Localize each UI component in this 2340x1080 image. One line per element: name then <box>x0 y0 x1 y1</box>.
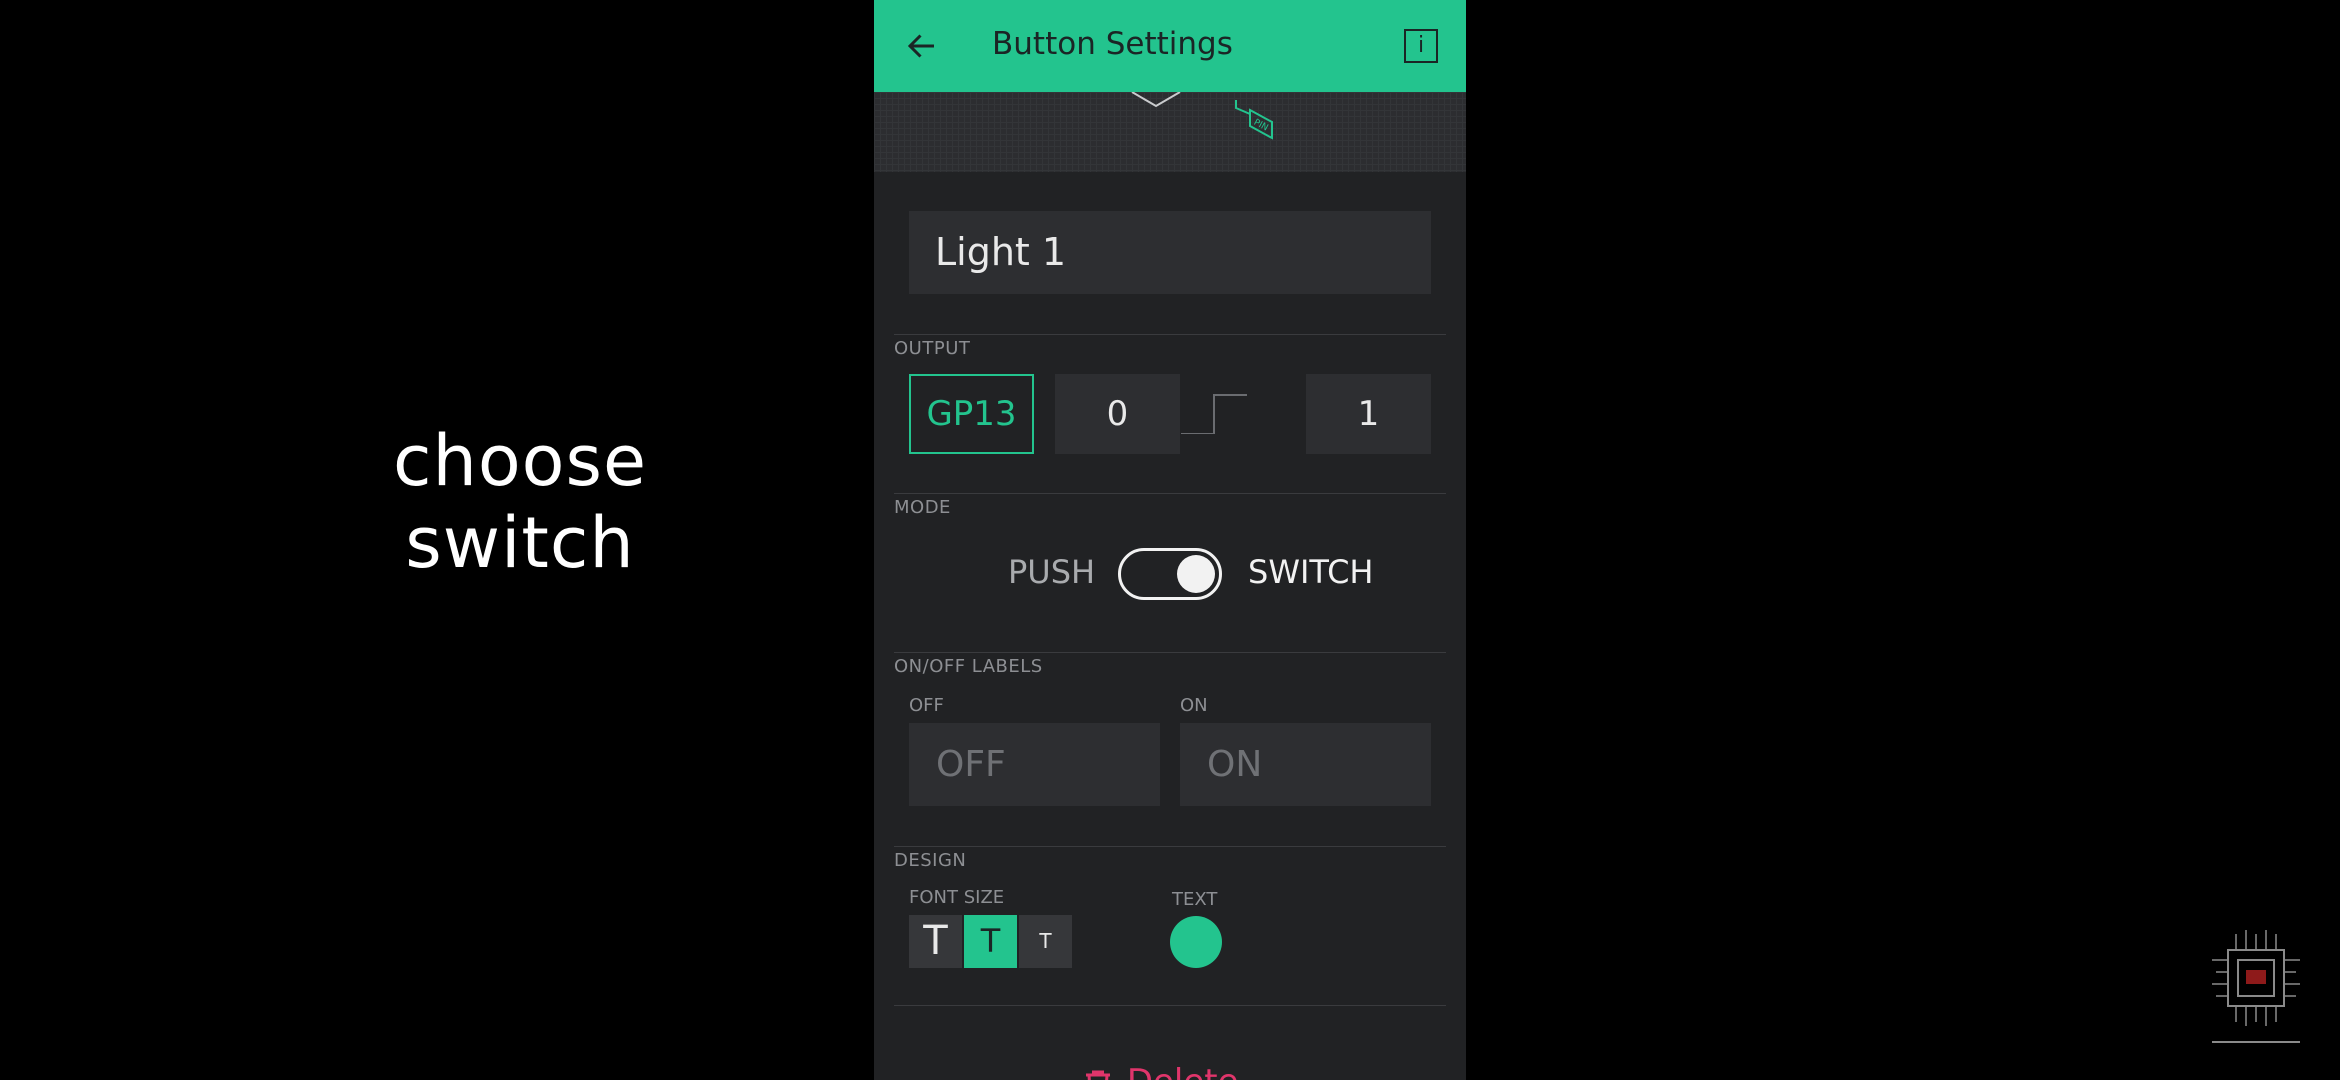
divider <box>894 652 1446 653</box>
phone-screen: Button Settings i PIN Light 1 OUTPUT GP1… <box>874 0 1466 1080</box>
widget-illustration: PIN <box>874 91 1466 172</box>
output-section-label: OUTPUT <box>894 338 971 359</box>
toggle-knob <box>1177 555 1215 593</box>
font-size-label: FONT SIZE <box>909 887 1005 908</box>
off-label-input[interactable]: OFF <box>909 723 1160 806</box>
labels-section-label: ON/OFF LABELS <box>894 656 1043 677</box>
chip-logo-icon <box>2212 930 2300 1043</box>
info-icon[interactable]: i <box>1404 29 1438 63</box>
font-size-medium-button[interactable]: T <box>964 915 1017 968</box>
output-high-value-input[interactable]: 1 <box>1306 374 1431 454</box>
font-size-large-button[interactable]: T <box>909 915 962 968</box>
off-label-caption: OFF <box>909 695 944 716</box>
delete-button[interactable]: Delete <box>1080 1062 1239 1080</box>
app-bar: Button Settings i <box>874 0 1466 92</box>
overlay-caption: choose switch <box>392 420 648 584</box>
mode-toggle-switch[interactable] <box>1118 548 1222 600</box>
mode-switch-label[interactable]: SWITCH <box>1248 553 1373 591</box>
output-low-value-input[interactable]: 0 <box>1055 374 1180 454</box>
font-size-small-button[interactable]: T <box>1019 915 1072 968</box>
pin-selector-button[interactable]: GP13 <box>909 374 1034 454</box>
divider <box>894 1005 1446 1006</box>
widget-name-input[interactable]: Light 1 <box>909 211 1431 294</box>
mode-section-label: MODE <box>894 497 951 518</box>
design-section-label: DESIGN <box>894 850 967 871</box>
mode-push-label[interactable]: PUSH <box>1008 553 1095 591</box>
divider <box>894 846 1446 847</box>
step-graph-icon <box>1181 394 1247 434</box>
text-color-picker[interactable] <box>1170 916 1222 968</box>
on-label-caption: ON <box>1180 695 1208 716</box>
arrow-left-icon[interactable] <box>904 28 940 64</box>
divider <box>894 493 1446 494</box>
divider <box>894 334 1446 335</box>
trash-icon <box>1086 1070 1110 1080</box>
text-color-label: TEXT <box>1172 889 1218 910</box>
on-label-input[interactable]: ON <box>1180 723 1431 806</box>
button-illustration-icon: PIN <box>1131 91 1273 140</box>
page-title: Button Settings <box>992 26 1233 62</box>
delete-label: Delete <box>1127 1062 1239 1080</box>
